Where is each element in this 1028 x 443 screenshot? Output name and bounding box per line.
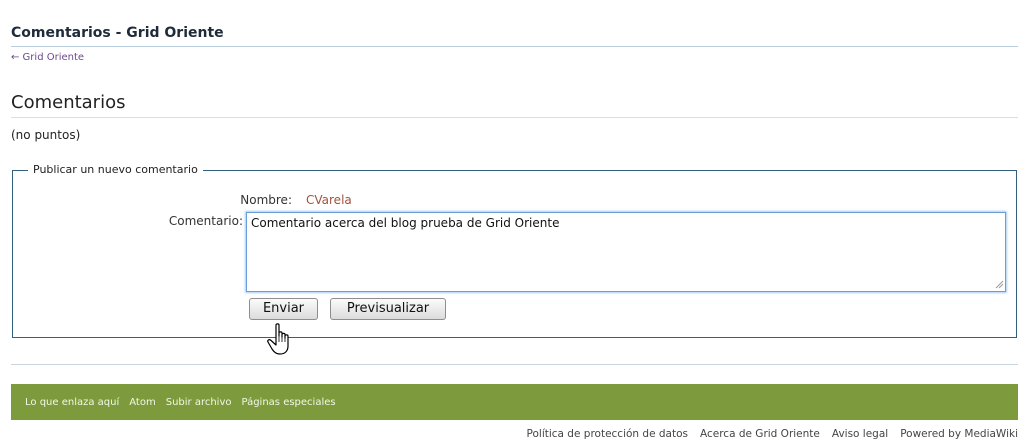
footer-bar: Lo que enlaza aquí Atom Subir archivo Pá… [11, 384, 1018, 420]
preview-button[interactable]: Previsualizar [330, 298, 446, 320]
resize-grip-icon[interactable] [994, 279, 1004, 289]
comment-textarea[interactable]: Comentario acerca del blog prueba de Gri… [246, 212, 1006, 292]
page-title: Comentarios - Grid Oriente [11, 25, 224, 41]
content-divider [11, 364, 1018, 365]
back-link[interactable]: ← Grid Oriente [11, 52, 84, 63]
footer-link-upload-file[interactable]: Subir archivo [166, 397, 232, 408]
footer-link-what-links-here[interactable]: Lo que enlaza aquí [25, 397, 119, 408]
bottom-link-powered-by[interactable]: Powered by MediaWiki [900, 428, 1018, 440]
bottom-link-about[interactable]: Acerca de Grid Oriente [700, 428, 820, 440]
name-value: CVarela [306, 193, 352, 207]
fieldset-legend: Publicar un nuevo comentario [28, 163, 203, 176]
name-label: Nombre: [240, 193, 292, 207]
footer-link-special-pages[interactable]: Páginas especiales [242, 397, 336, 408]
bottom-link-privacy[interactable]: Política de protección de datos [527, 428, 688, 440]
new-comment-fieldset: Publicar un nuevo comentario Nombre: CVa… [12, 163, 1017, 338]
no-points-text: (no puntos) [11, 128, 81, 142]
page: Comentarios - Grid Oriente ← Grid Orient… [0, 0, 1028, 443]
send-button[interactable]: Enviar [249, 298, 318, 320]
bottom-link-disclaimer[interactable]: Aviso legal [832, 428, 888, 440]
comment-label: Comentario: [168, 214, 243, 228]
bottom-links: Política de protección de datos Acerca d… [527, 428, 1018, 440]
footer-links: Lo que enlaza aquí Atom Subir archivo Pá… [25, 397, 336, 408]
title-divider [11, 46, 1018, 47]
top-strip [0, 0, 1028, 18]
section-divider [11, 117, 1018, 118]
section-heading: Comentarios [11, 92, 126, 113]
footer-link-atom[interactable]: Atom [129, 397, 155, 408]
hand-pointer-icon [267, 323, 289, 355]
